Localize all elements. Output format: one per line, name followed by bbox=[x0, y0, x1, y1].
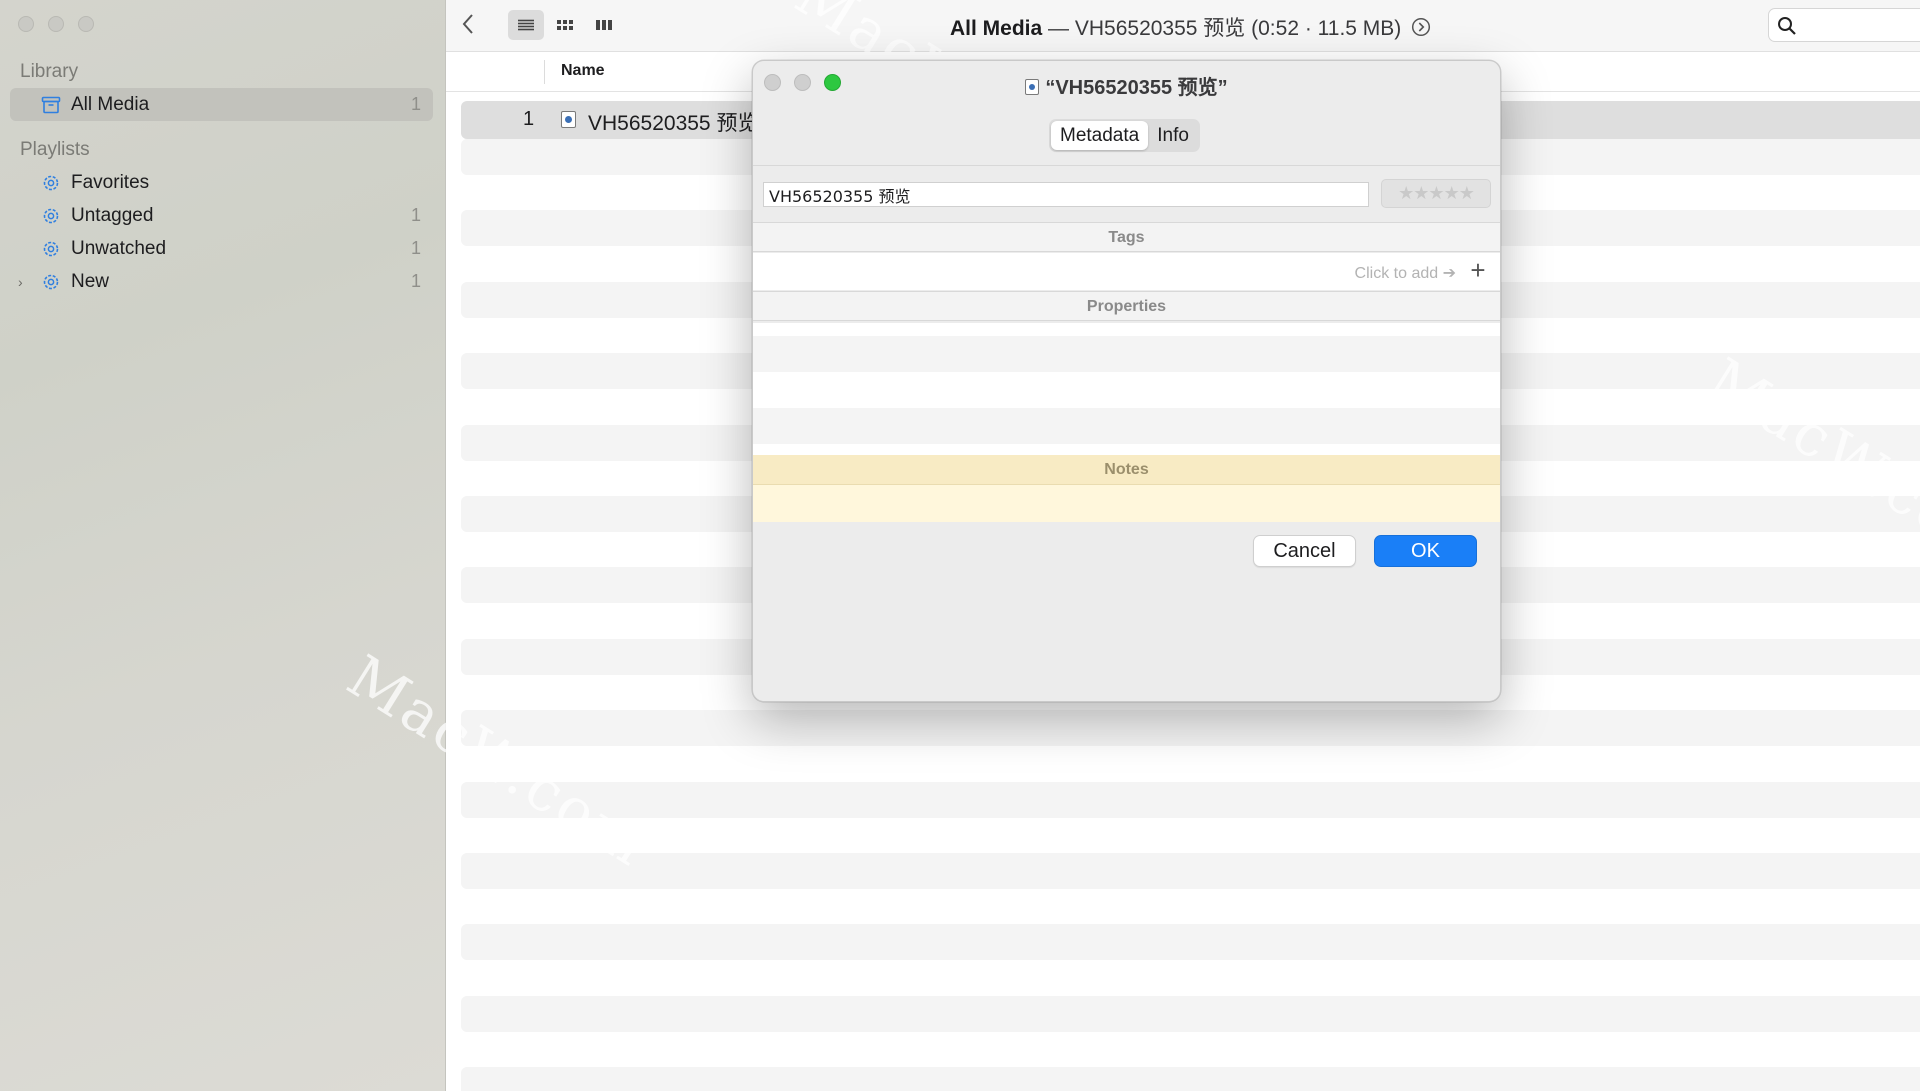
chevron-right-circle-icon[interactable] bbox=[1411, 17, 1431, 43]
zoom-window-button[interactable] bbox=[78, 16, 94, 32]
tab-info[interactable]: Info bbox=[1148, 121, 1198, 150]
tags-section-header: Tags bbox=[753, 222, 1500, 252]
tags-field[interactable]: Click to add ➔ + bbox=[753, 253, 1500, 290]
cancel-button[interactable]: Cancel bbox=[1253, 535, 1356, 567]
archive-box-icon bbox=[40, 94, 62, 116]
column-header-name[interactable]: Name bbox=[561, 62, 605, 80]
back-button[interactable] bbox=[456, 10, 480, 38]
table-row-stripe bbox=[461, 782, 1920, 818]
chevron-left-icon bbox=[462, 14, 473, 34]
sidebar-item-label: New bbox=[71, 270, 110, 292]
table-row-stripe bbox=[461, 853, 1920, 889]
sidebar-item-label: Unwatched bbox=[71, 237, 167, 259]
sidebar-item-all-media[interactable]: All Media 1 bbox=[10, 88, 433, 121]
playlists-section-title: Playlists bbox=[20, 139, 90, 160]
table-row-stripe bbox=[461, 1067, 1920, 1091]
notes-section-header: Notes bbox=[753, 455, 1500, 485]
list-view-icon bbox=[518, 19, 534, 31]
table-row-stripe bbox=[461, 924, 1920, 960]
search-icon bbox=[1778, 17, 1796, 35]
dialog-title-text: “VH56520355 预览” bbox=[1045, 77, 1228, 99]
window-title-collection: All Media bbox=[950, 17, 1043, 40]
gear-icon bbox=[40, 172, 62, 194]
column-view-button[interactable] bbox=[586, 10, 622, 40]
metadata-dialog: “VH56520355 预览” Metadata Info ★★★★★ Tags… bbox=[752, 60, 1501, 702]
video-file-icon bbox=[561, 111, 576, 128]
minimize-window-button[interactable] bbox=[48, 16, 64, 32]
notes-field[interactable] bbox=[753, 485, 1500, 522]
sidebar-item-count: 1 bbox=[410, 94, 421, 114]
ok-button[interactable]: OK bbox=[1374, 535, 1477, 567]
grid-view-icon bbox=[557, 20, 573, 30]
sidebar-item-unwatched[interactable]: Unwatched 1 bbox=[10, 232, 433, 265]
add-tag-button[interactable]: + bbox=[1466, 257, 1490, 284]
column-divider[interactable] bbox=[544, 60, 545, 84]
tab-metadata[interactable]: Metadata bbox=[1051, 121, 1149, 150]
dialog-titlebar: “VH56520355 预览” bbox=[753, 61, 1500, 105]
table-row-stripe bbox=[461, 710, 1920, 746]
tab-switcher: Metadata Info bbox=[1049, 119, 1200, 152]
star-rating[interactable]: ★★★★★ bbox=[1381, 179, 1491, 208]
window-title-detail: — VH56520355 预览 (0:52 · 11.5 MB) bbox=[1042, 17, 1402, 40]
tags-hint: Click to add ➔ bbox=[1354, 265, 1456, 282]
list-view-button[interactable] bbox=[508, 10, 544, 40]
window-title: All Media — VH56520355 预览 (0:52 · 11.5 M… bbox=[950, 12, 1431, 43]
sidebar-item-label: Favorites bbox=[71, 171, 150, 193]
video-file-icon bbox=[1025, 79, 1040, 95]
sidebar-item-label: Untagged bbox=[71, 204, 154, 226]
sidebar-item-untagged[interactable]: Untagged 1 bbox=[10, 199, 433, 232]
sidebar-item-count: 1 bbox=[410, 238, 421, 258]
sidebar-item-favorites[interactable]: Favorites bbox=[10, 166, 433, 199]
media-name-field[interactable] bbox=[763, 182, 1369, 207]
sidebar-item-count: 1 bbox=[410, 205, 421, 225]
gear-icon bbox=[40, 271, 62, 293]
properties-section-header: Properties bbox=[753, 291, 1500, 321]
gear-icon bbox=[40, 238, 62, 260]
sidebar-item-label: All Media bbox=[71, 93, 150, 115]
property-row bbox=[753, 408, 1500, 444]
table-row-stripe bbox=[461, 996, 1920, 1032]
gear-icon bbox=[40, 205, 62, 227]
property-row bbox=[753, 336, 1500, 372]
column-view-icon bbox=[596, 20, 612, 30]
grid-view-button[interactable] bbox=[547, 10, 583, 40]
search-field[interactable] bbox=[1768, 8, 1920, 42]
divider bbox=[753, 165, 1500, 166]
sidebar-item-count: 1 bbox=[410, 271, 421, 291]
close-window-button[interactable] bbox=[18, 16, 34, 32]
dialog-title: “VH56520355 预览” bbox=[753, 71, 1500, 100]
library-section-title: Library bbox=[20, 61, 79, 82]
sidebar-item-new[interactable]: › New 1 bbox=[10, 265, 433, 298]
row-index: 1 bbox=[523, 108, 535, 130]
disclosure-triangle-icon[interactable]: › bbox=[18, 274, 23, 290]
sidebar: Library All Media 1 Playlists Favorites … bbox=[0, 0, 446, 1091]
row-name: VH56520355 预览 bbox=[588, 112, 759, 135]
